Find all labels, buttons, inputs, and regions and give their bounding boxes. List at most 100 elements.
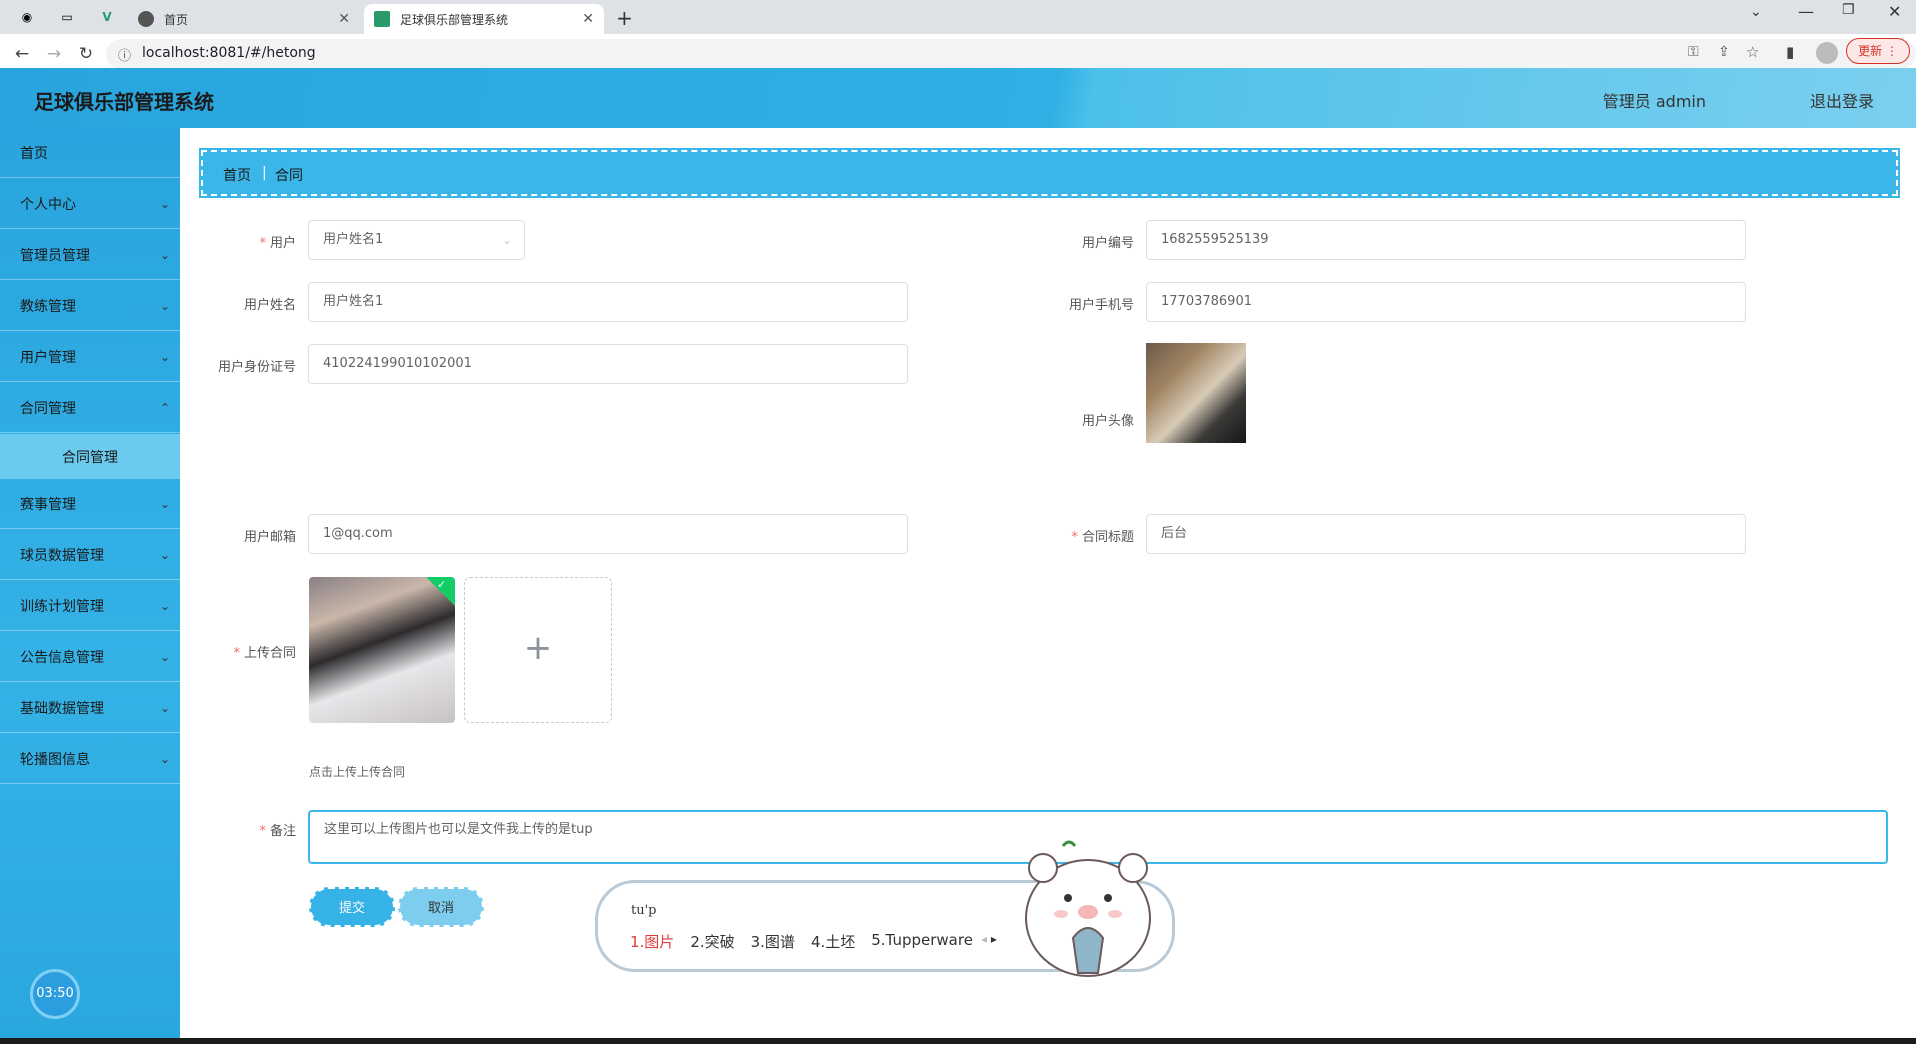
chevron-down-icon: ⌄ — [159, 701, 170, 715]
ime-candidate[interactable]: 1.图片 — [630, 931, 674, 952]
plus-icon: + — [523, 628, 553, 668]
restore-icon[interactable]: ❐ — [1842, 2, 1855, 18]
back-icon[interactable]: ← — [10, 42, 34, 66]
sidepanel-icon[interactable]: ▮ — [1786, 43, 1794, 61]
id-card-field[interactable]: 410224199010102001 — [308, 344, 908, 384]
ime-page-arrows[interactable]: ◂ ▸ — [981, 932, 997, 946]
ime-candidate[interactable]: 5.Tupperware — [871, 931, 973, 952]
profile-icon[interactable] — [1816, 42, 1838, 64]
sidebar-item-basic-data[interactable]: 基础数据管理 ⌄ — [0, 683, 180, 733]
name-field[interactable]: 用户姓名1 — [308, 282, 908, 322]
logout-link[interactable]: 退出登录 — [1810, 88, 1874, 112]
sidebar-item-notice[interactable]: 公告信息管理 ⌄ — [0, 632, 180, 682]
avatar-image[interactable] — [1146, 343, 1246, 443]
sidebar-item-carousel[interactable]: 轮播图信息 ⌄ — [0, 734, 180, 784]
minimize-icon[interactable]: — — [1798, 2, 1814, 21]
user-select[interactable]: 用户姓名1 ⌄ — [308, 220, 525, 260]
tab-favicon-icon[interactable]: ◉ — [16, 6, 38, 28]
app-header: 足球俱乐部管理系统 管理员 admin 退出登录 — [0, 68, 1916, 128]
tab-blank-icon[interactable]: ▭ — [56, 6, 78, 28]
chevron-down-icon: ⌄ — [159, 599, 170, 613]
close-window-icon[interactable]: ✕ — [1888, 2, 1901, 21]
user-select-value: 用户姓名1 — [323, 232, 384, 247]
sidebar-item-personal[interactable]: 个人中心 ⌄ — [0, 179, 180, 229]
star-icon[interactable]: ☆ — [1746, 43, 1759, 61]
check-icon: ✓ — [437, 578, 447, 591]
tab-label: 足球俱乐部管理系统 — [400, 12, 509, 27]
sidebar-item-player-data[interactable]: 球员数据管理 ⌄ — [0, 530, 180, 580]
sidebar-item-label: 训练计划管理 — [20, 598, 104, 615]
ime-candidate[interactable]: 3.图谱 — [751, 931, 795, 952]
close-icon[interactable]: ✕ — [338, 11, 350, 27]
sidebar-item-home[interactable]: 首页 — [0, 128, 180, 178]
avatar-label: 用户头像 — [1081, 414, 1134, 429]
vue-icon — [374, 11, 390, 27]
reload-icon[interactable]: ↻ — [74, 42, 98, 66]
upload-tip: 点击上传上传合同 — [309, 765, 406, 779]
new-tab-icon[interactable]: + — [616, 6, 633, 30]
arrow-left-icon[interactable]: ◂ — [981, 932, 987, 946]
tab-label: 首页 — [164, 12, 189, 27]
tab-home[interactable]: 首页 ✕ — [128, 4, 360, 34]
chevron-down-icon: ⌄ — [159, 752, 170, 766]
timer-badge[interactable]: 03:50 — [30, 969, 80, 1019]
sidebar-item-match[interactable]: 赛事管理 ⌄ — [0, 479, 180, 529]
chevron-down-icon: ⌄ — [159, 650, 170, 664]
sidebar-item-label: 公告信息管理 — [20, 649, 104, 666]
upload-label-text: 上传合同 — [243, 646, 296, 661]
update-label: 更新 — [1858, 44, 1883, 58]
upload-button[interactable]: + — [464, 577, 612, 723]
browser-tab-bar: ◉ ▭ V 首页 ✕ 足球俱乐部管理系统 ✕ + ⌄ — ❐ ✕ — [0, 0, 1916, 34]
breadcrumb-current: 合同 — [275, 168, 303, 184]
email-field[interactable]: 1@qq.com — [308, 514, 908, 554]
app-title: 足球俱乐部管理系统 — [34, 90, 214, 114]
chevron-down-icon[interactable]: ⌄ — [1750, 4, 1762, 20]
id-card-label: 用户身份证号 — [217, 360, 296, 375]
sidebar-item-training[interactable]: 训练计划管理 ⌄ — [0, 581, 180, 631]
user-no-field[interactable]: 1682559525139 — [1146, 220, 1746, 260]
remark-label-text: 备注 — [269, 824, 296, 839]
sidebar-subitem-label: 合同管理 — [62, 449, 118, 466]
remark-label: * 备注 — [259, 824, 296, 839]
sidebar-item-label: 轮播图信息 — [20, 751, 90, 768]
sidebar-item-label: 用户管理 — [20, 349, 76, 366]
sidebar-item-label: 赛事管理 — [20, 496, 76, 513]
user-no-label: 用户编号 — [1081, 236, 1134, 251]
tab-vue-icon[interactable]: V — [96, 6, 118, 28]
info-icon[interactable]: ⓘ — [118, 45, 131, 64]
sidebar-item-label: 首页 — [20, 145, 48, 162]
key-icon[interactable]: ⚿ — [1688, 44, 1699, 60]
chevron-down-icon: ⌄ — [159, 248, 170, 262]
uploaded-contract-image[interactable] — [309, 577, 455, 723]
submit-button[interactable]: 提交 — [309, 887, 395, 927]
sidebar-item-label: 教练管理 — [20, 298, 76, 315]
ime-candidate[interactable]: 4.土坯 — [811, 931, 855, 952]
forward-icon[interactable]: → — [42, 42, 66, 66]
chevron-up-icon: ⌃ — [159, 401, 170, 415]
cancel-button[interactable]: 取消 — [398, 887, 484, 927]
ime-candidate[interactable]: 2.突破 — [690, 931, 734, 952]
sidebar-item-label: 管理员管理 — [20, 247, 90, 264]
chevron-down-icon: ⌄ — [159, 197, 170, 211]
breadcrumb-home[interactable]: 首页 — [223, 165, 251, 185]
breadcrumb: 首页 | 合同 — [199, 148, 1900, 198]
chevron-down-icon: ⌄ — [159, 350, 170, 364]
share-icon[interactable]: ⇪ — [1718, 44, 1730, 60]
sidebar-item-user[interactable]: 用户管理 ⌄ — [0, 332, 180, 382]
arrow-right-icon[interactable]: ▸ — [991, 932, 997, 946]
update-button[interactable]: 更新 ⋮ — [1846, 38, 1910, 64]
tab-active[interactable]: 足球俱乐部管理系统 ✕ — [364, 4, 604, 34]
url-field[interactable]: ⓘ localhost:8081/#/hetong ⚿ ⇪ ☆ — [106, 39, 1916, 69]
phone-label: 用户手机号 — [1068, 298, 1134, 313]
phone-field[interactable]: 17703786901 — [1146, 282, 1746, 322]
contract-title-field[interactable]: 后台 — [1146, 514, 1746, 554]
globe-icon — [138, 11, 154, 27]
bottom-scrollbar — [0, 1038, 1916, 1044]
sidebar-item-coach[interactable]: 教练管理 ⌄ — [0, 281, 180, 331]
sidebar-item-contract[interactable]: 合同管理 ⌃ — [0, 383, 180, 433]
close-icon[interactable]: ✕ — [582, 11, 594, 27]
chevron-down-icon: ⌄ — [159, 548, 170, 562]
sidebar-item-admin[interactable]: 管理员管理 ⌄ — [0, 230, 180, 280]
sidebar-subitem-contract[interactable]: 合同管理 — [0, 434, 180, 479]
user-label-text: 用户 — [269, 236, 296, 251]
